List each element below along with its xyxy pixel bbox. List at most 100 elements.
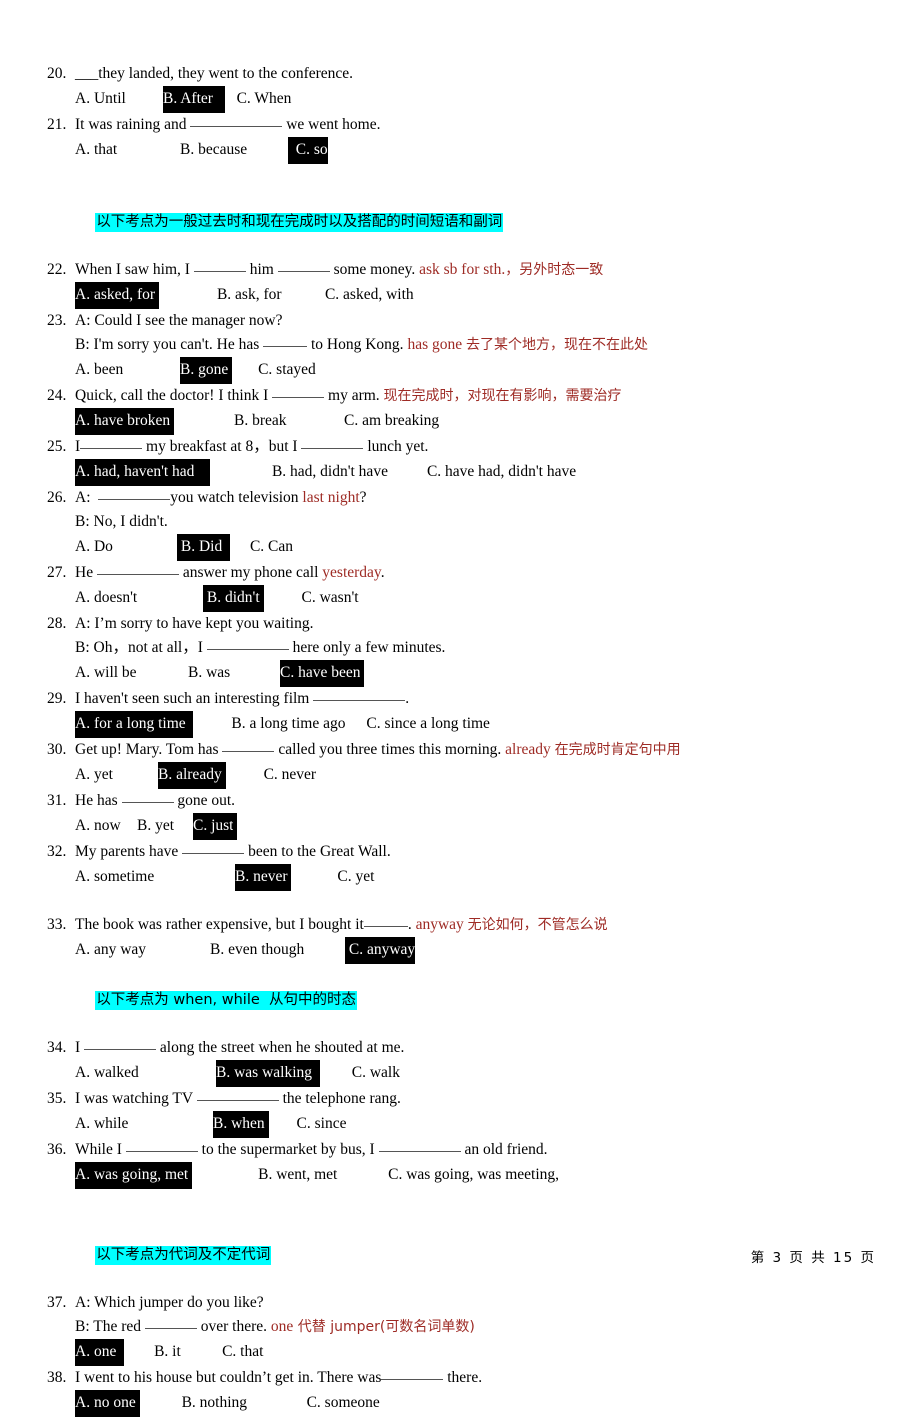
option-b[interactable]: B. didn't <box>206 585 260 612</box>
answer-blank-2[interactable] <box>301 435 364 449</box>
answer-blank[interactable] <box>121 789 174 803</box>
question-35-options: A. while B. when C. since <box>75 1111 877 1138</box>
option-c[interactable]: C. When <box>237 87 292 111</box>
question-23-line-b: B: I'm sorry you can't. He has to Hong K… <box>75 333 877 357</box>
question-text: A: I’m sorry to have kept you waiting. <box>75 615 314 632</box>
answer-blank[interactable] <box>84 1036 157 1050</box>
option-a[interactable]: A. been <box>75 358 180 382</box>
option-a[interactable]: A. for a long time <box>75 711 186 738</box>
option-b[interactable]: B. was walking <box>216 1060 313 1087</box>
option-a[interactable]: A. walked <box>75 1061 216 1085</box>
answer-blank[interactable] <box>272 384 325 398</box>
option-a[interactable]: A. while <box>75 1112 213 1136</box>
option-c[interactable]: C. so <box>295 137 328 164</box>
option-a[interactable]: A. yet <box>75 763 158 787</box>
option-c[interactable]: C. anyway <box>348 937 416 964</box>
option-c[interactable]: C. have been <box>280 660 361 687</box>
option-c[interactable]: C. just <box>193 813 234 840</box>
answer-blank[interactable] <box>125 1138 198 1152</box>
option-b[interactable]: B. had, didn't have <box>272 460 427 484</box>
option-a[interactable]: A. that <box>75 138 180 162</box>
option-b[interactable]: B. it <box>154 1340 222 1364</box>
option-b[interactable]: B. when <box>213 1111 265 1138</box>
option-a[interactable]: A. asked, for <box>75 282 156 309</box>
option-b[interactable]: B. was <box>188 661 280 685</box>
question-28-line-b: B: Oh，not at all，I here only a few minut… <box>75 636 877 660</box>
stem-pre: While I <box>75 1141 122 1158</box>
option-c[interactable]: C. someone <box>307 1391 380 1415</box>
answer-blank[interactable] <box>80 435 143 449</box>
option-c[interactable]: C. wasn't <box>302 586 359 610</box>
option-c[interactable]: C. that <box>222 1340 263 1364</box>
option-a[interactable]: A. have broken <box>75 408 171 435</box>
note-chinese: ，另外时态一致 <box>505 262 604 278</box>
answer-blank[interactable] <box>144 1315 197 1329</box>
option-a[interactable]: A. Do <box>75 535 177 559</box>
answer-blank[interactable] <box>196 1087 279 1101</box>
option-c[interactable]: C. walk <box>352 1061 400 1085</box>
option-b[interactable]: B. even though <box>210 938 345 962</box>
answer-blank[interactable] <box>313 687 406 701</box>
option-c[interactable]: C. never <box>264 763 317 787</box>
answer-blank[interactable] <box>222 738 275 752</box>
option-c[interactable]: C. Can <box>250 535 293 559</box>
question-number: 23. <box>47 312 67 329</box>
option-b[interactable]: B. a long time ago <box>231 712 366 736</box>
option-a[interactable]: A. had, haven't had <box>75 459 195 486</box>
question-26-line-b: B: No, I didn't. <box>75 510 877 534</box>
option-b[interactable]: B. After <box>163 86 213 113</box>
question-text: Get up! Mary. Tom has called you three t… <box>75 738 877 762</box>
answer-blank[interactable] <box>193 258 246 272</box>
answer-blank[interactable] <box>182 840 245 854</box>
option-b[interactable]: B. yet <box>137 814 193 838</box>
option-c[interactable]: C. since a long time <box>366 712 490 736</box>
answer-blank[interactable] <box>206 636 289 650</box>
option-b[interactable]: B. already <box>158 762 222 789</box>
option-a[interactable]: A. any way <box>75 938 210 962</box>
answer-blank[interactable] <box>96 561 179 575</box>
question-number: 26. <box>47 489 67 506</box>
option-a[interactable]: A. sometime <box>75 865 235 889</box>
option-c[interactable]: C. was going, was meeting, <box>388 1163 559 1187</box>
option-a[interactable]: A. now <box>75 814 137 838</box>
option-c[interactable]: C. am breaking <box>344 409 439 433</box>
option-b[interactable]: B. ask, for <box>217 283 325 307</box>
option-a[interactable]: A. one <box>75 1339 117 1366</box>
stem-post: gone out. <box>177 792 236 809</box>
option-b[interactable]: B. Did <box>180 534 223 561</box>
option-c[interactable]: C. stayed <box>258 358 316 382</box>
question-25-options: A. had, haven't had B. had, didn't have … <box>75 459 877 486</box>
option-b[interactable]: B. never <box>235 864 288 891</box>
question-number: 25. <box>47 438 67 455</box>
answer-blank-2[interactable] <box>277 258 330 272</box>
option-c[interactable]: C. since <box>297 1112 347 1136</box>
stem-mid: to the supermarket by bus, I <box>201 1141 375 1158</box>
question-number: 28. <box>47 615 67 632</box>
option-b[interactable]: B. gone <box>180 357 229 384</box>
question-22-options: A. asked, for B. ask, for C. asked, with <box>75 282 877 309</box>
option-c[interactable]: C. asked, with <box>325 283 414 307</box>
option-a[interactable]: A. will be <box>75 661 188 685</box>
stem-mid: answer my phone call <box>182 564 319 581</box>
option-b[interactable]: B. because <box>180 138 288 162</box>
option-b[interactable]: B. nothing <box>182 1391 307 1415</box>
option-b[interactable]: B. went, met <box>258 1163 388 1187</box>
answer-blank[interactable] <box>263 333 308 347</box>
answer-blank[interactable] <box>381 1366 444 1380</box>
stem-pre: Quick, call the doctor! I think I <box>75 387 269 404</box>
question-36-options: A. was going, met B. went, met C. was go… <box>75 1162 877 1189</box>
answer-blank-2[interactable] <box>378 1138 461 1152</box>
note-english: anyway <box>415 916 464 933</box>
option-c[interactable]: C. yet <box>337 865 374 889</box>
option-a[interactable]: A. Until <box>75 87 163 111</box>
option-c[interactable]: C. have had, didn't have <box>427 460 576 484</box>
question-30-stem: 30. Get up! Mary. Tom has called you thr… <box>47 738 877 762</box>
option-a[interactable]: A. doesn't <box>75 586 203 610</box>
option-b[interactable]: B. break <box>234 409 344 433</box>
answer-blank[interactable] <box>190 113 283 127</box>
answer-blank[interactable] <box>98 486 171 500</box>
option-a[interactable]: A. no one <box>75 1390 136 1417</box>
answer-blank[interactable] <box>363 913 408 927</box>
question-29-stem: 29. I haven't seen such an interesting f… <box>47 687 877 711</box>
option-a[interactable]: A. was going, met <box>75 1162 189 1189</box>
